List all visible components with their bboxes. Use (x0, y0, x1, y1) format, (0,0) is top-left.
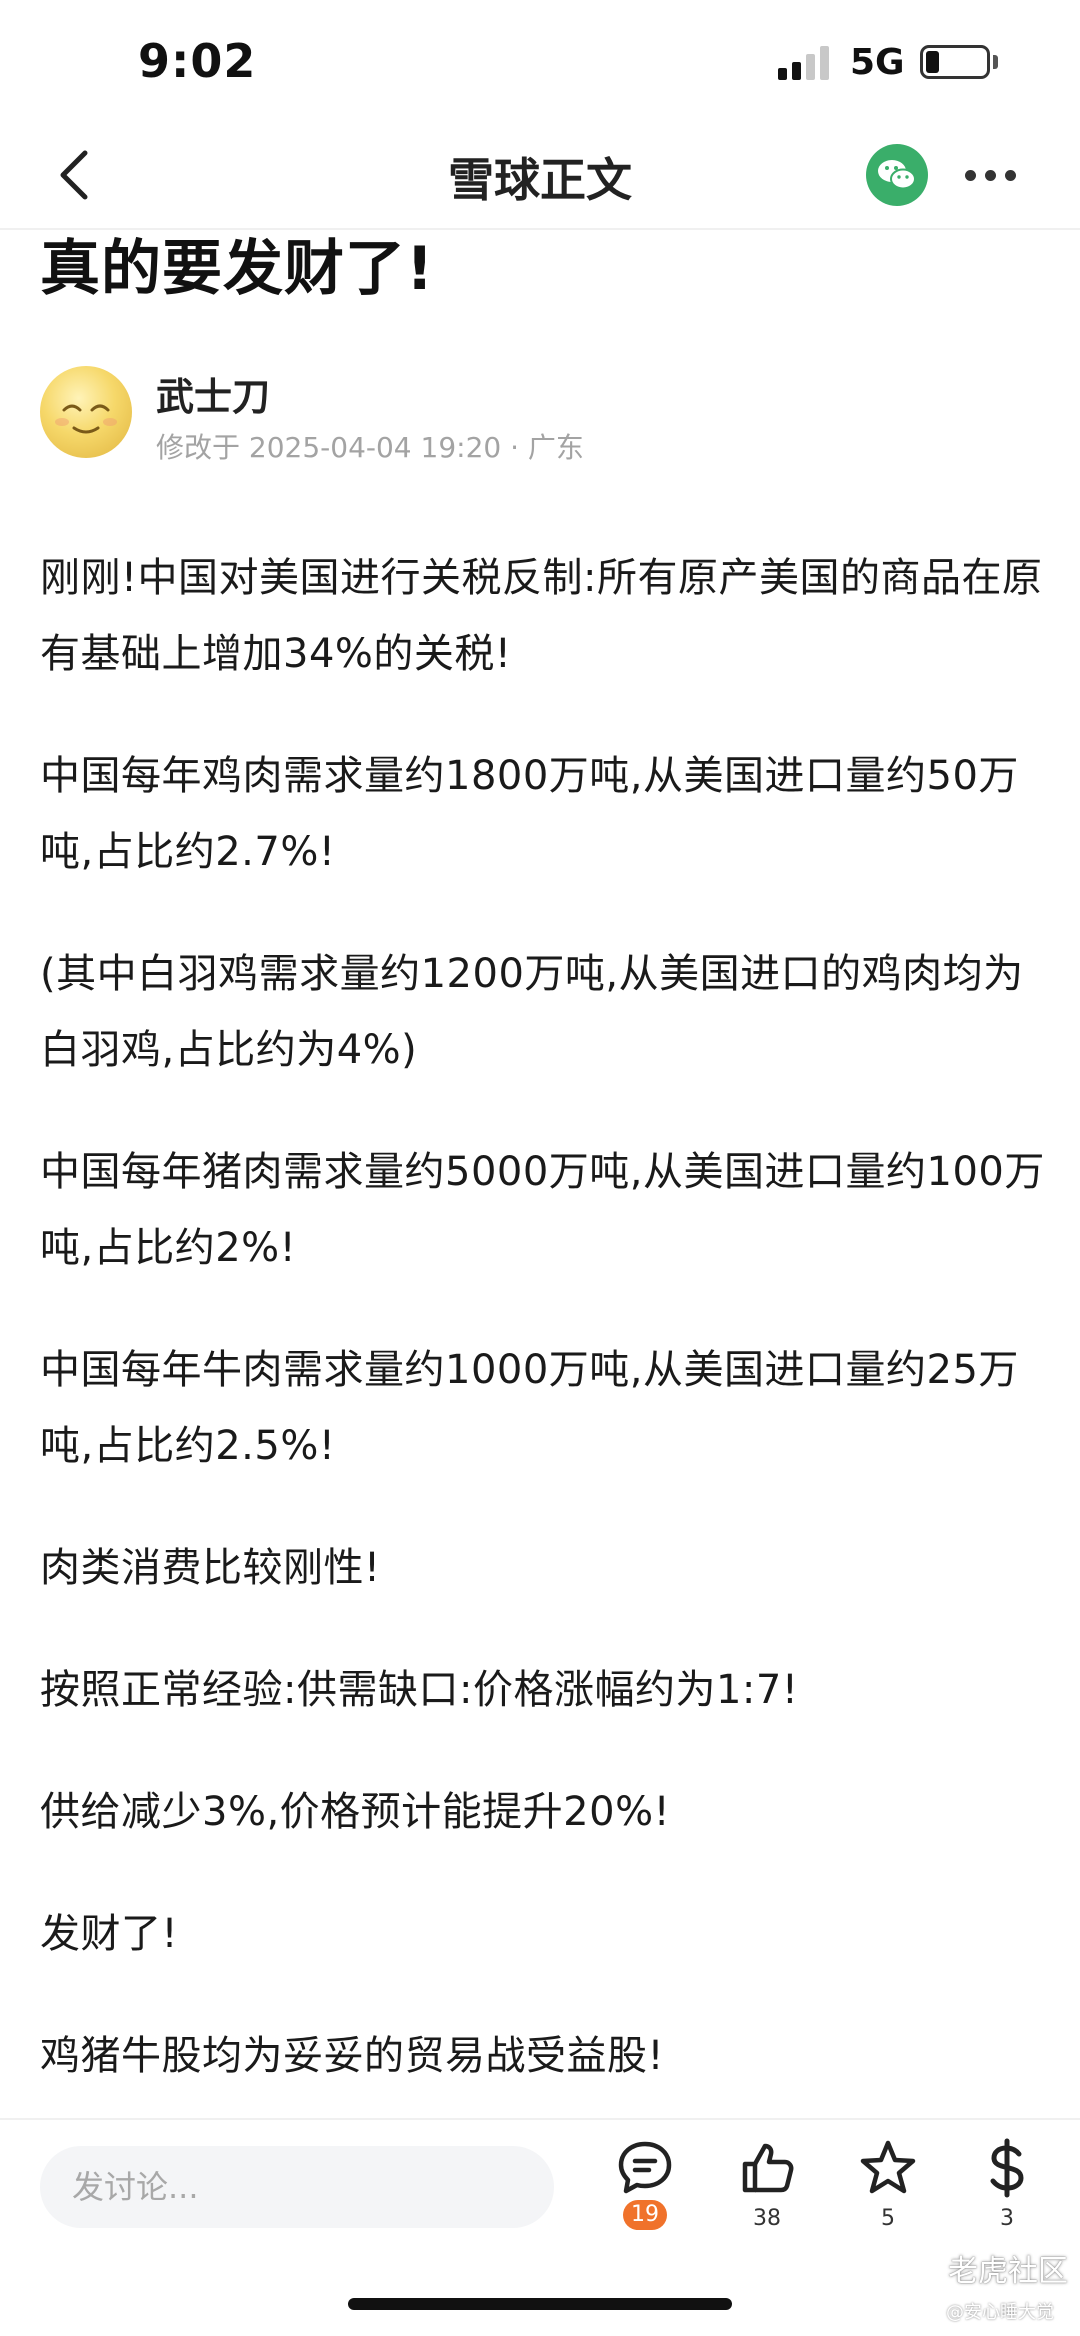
signal-icon (778, 44, 832, 80)
rewards-count: 3 (1000, 2206, 1014, 2231)
more-dot-icon (964, 169, 976, 181)
smiley-face-icon (55, 404, 117, 434)
more-options-button[interactable] (950, 140, 1030, 210)
home-indicator[interactable] (348, 2298, 732, 2310)
dollar-icon (990, 2138, 1024, 2198)
battery-icon (920, 45, 990, 79)
thumbs-up-icon (742, 2143, 794, 2193)
status-bar: 9:02 5G (0, 0, 1080, 120)
post-paragraph: 肉类消费比较刚性! (40, 1545, 381, 1591)
post-paragraph: 中国每年鸡肉需求量约1800万吨,从美国进口量约50万吨,占比约2.7%! (40, 753, 1019, 875)
comments-button[interactable]: 19 (590, 2138, 700, 2268)
post-paragraph: 发财了! (40, 1911, 179, 1957)
watermark-user: @安心睡大觉 (946, 2302, 1054, 2323)
post-paragraph: 鸡猪牛股均为妥妥的贸易战受益股! (40, 2033, 665, 2079)
likes-count: 38 (753, 2206, 781, 2231)
battery-cap (993, 55, 998, 69)
comments-count-badge: 19 (623, 2200, 667, 2230)
watermark-logo-text: 老虎社区 (948, 2254, 1068, 2289)
star-icon (860, 2140, 916, 2194)
network-label: 5G (850, 42, 905, 83)
watermark-logo: 老虎社区 (910, 2246, 1068, 2290)
like-button[interactable]: 38 (712, 2138, 822, 2268)
wechat-icon (878, 160, 916, 190)
post-paragraph: 按照正常经验:供需缺口:价格涨幅约为1:7! (40, 1667, 799, 1713)
post-paragraph: 刚刚!中国对美国进行关税反制:所有原产美国的商品在原有基础上增加34%的关税! (40, 555, 1043, 677)
comment-input[interactable] (40, 2146, 554, 2228)
favorites-count: 5 (881, 2206, 895, 2231)
more-dot-icon (984, 169, 996, 181)
more-dot-icon (1004, 169, 1016, 181)
wechat-share-button[interactable] (866, 144, 928, 206)
post-body: 刚刚!中国对美国进行关税反制:所有原产美国的商品在原有基础上增加34%的关税! … (40, 540, 1050, 2140)
tiger-logo-icon (911, 2254, 939, 2282)
post-paragraph: 中国每年牛肉需求量约1000万吨,从美国进口量约25万吨,占比约2.5%! (40, 1347, 1019, 1469)
status-time: 9:02 (138, 34, 257, 88)
author-name[interactable]: 武士刀 (156, 366, 270, 421)
author-avatar[interactable] (40, 366, 132, 458)
nav-bar: 雪球正文 (0, 120, 1080, 230)
post-paragraph: 供给减少3%,价格预计能提升20%! (40, 1789, 671, 1835)
post-paragraph: (其中白羽鸡需求量约1200万吨,从美国进口的鸡肉均为白羽鸡,占比约为4%) (40, 951, 1024, 1073)
post-meta: 修改于 2025-04-04 19:20 · 广东 (156, 431, 584, 464)
comment-bubble-icon (618, 2141, 672, 2194)
post-paragraph: 中国每年猪肉需求量约5000万吨,从美国进口量约100万吨,占比约2%! (40, 1149, 1045, 1271)
post-title: 真的要发财了! (40, 234, 435, 304)
